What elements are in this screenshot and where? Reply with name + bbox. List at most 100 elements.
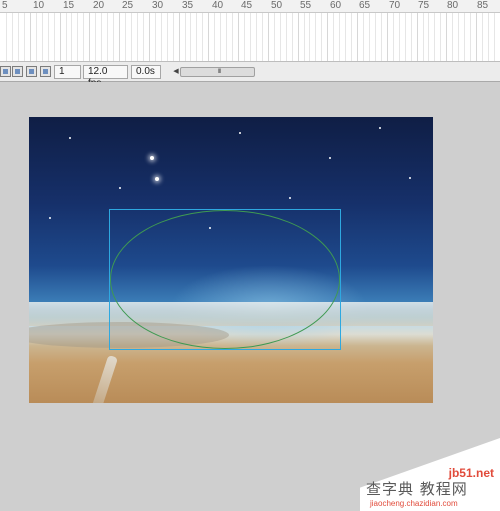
- frame-cell[interactable]: [238, 13, 239, 61]
- frame-cell[interactable]: [262, 13, 263, 61]
- frame-cell[interactable]: [149, 13, 150, 61]
- center-frame-icon[interactable]: [0, 66, 11, 77]
- frame-cell[interactable]: [137, 13, 138, 61]
- current-frame-field[interactable]: 1: [54, 65, 81, 79]
- scrollbar-grip[interactable]: III: [209, 69, 229, 75]
- frame-cell[interactable]: [369, 13, 370, 61]
- frame-cell[interactable]: [167, 13, 168, 61]
- frame-cell[interactable]: [179, 13, 180, 61]
- frame-cell[interactable]: [280, 13, 281, 61]
- frame-cell[interactable]: [363, 13, 364, 61]
- frame-cell[interactable]: [417, 13, 418, 61]
- frame-cell[interactable]: [143, 13, 144, 61]
- frame-cell[interactable]: [155, 13, 156, 61]
- frame-cell[interactable]: [399, 13, 400, 61]
- frame-cell[interactable]: [232, 13, 233, 61]
- frame-cell[interactable]: [357, 13, 358, 61]
- frame-cell[interactable]: [185, 13, 186, 61]
- frame-cell[interactable]: [452, 13, 453, 61]
- frame-cell[interactable]: [113, 13, 114, 61]
- frame-cell[interactable]: [101, 13, 102, 61]
- frame-cell[interactable]: [339, 13, 340, 61]
- frame-cell[interactable]: [381, 13, 382, 61]
- frame-cell[interactable]: [333, 13, 334, 61]
- frame-cell[interactable]: [12, 13, 13, 61]
- frame-cell[interactable]: [440, 13, 441, 61]
- star: [329, 157, 331, 159]
- frame-cell[interactable]: [250, 13, 251, 61]
- frame-cell[interactable]: [327, 13, 328, 61]
- frame-cell[interactable]: [18, 13, 19, 61]
- frame-cell[interactable]: [434, 13, 435, 61]
- frame-cell[interactable]: [286, 13, 287, 61]
- timeline-ruler[interactable]: 5 10 15 20 25 30 35 40 45 50 55 60 65 70…: [0, 0, 500, 13]
- frame-cell[interactable]: [226, 13, 227, 61]
- frame-cell[interactable]: [298, 13, 299, 61]
- frame-cell[interactable]: [54, 13, 55, 61]
- frame-cell[interactable]: [190, 13, 191, 61]
- frame-cell[interactable]: [173, 13, 174, 61]
- frame-cell[interactable]: [89, 13, 90, 61]
- frame-cell[interactable]: [351, 13, 352, 61]
- frame-cell[interactable]: [208, 13, 209, 61]
- frame-cell[interactable]: [309, 13, 310, 61]
- frame-cell[interactable]: [304, 13, 305, 61]
- frame-cell[interactable]: [494, 13, 495, 61]
- frame-cell[interactable]: [428, 13, 429, 61]
- frame-cell[interactable]: [24, 13, 25, 61]
- frame-cell[interactable]: [268, 13, 269, 61]
- frame-cell[interactable]: [119, 13, 120, 61]
- frame-cell[interactable]: [48, 13, 49, 61]
- elapsed-time-field[interactable]: 0.0s: [131, 65, 161, 79]
- frame-cell[interactable]: [446, 13, 447, 61]
- frame-cell[interactable]: [274, 13, 275, 61]
- stage-canvas-night-beach-image[interactable]: [29, 117, 433, 403]
- frame-rate-field[interactable]: 12.0 fps: [83, 65, 128, 79]
- selection-bounding-box[interactable]: [109, 209, 341, 350]
- frame-cell[interactable]: [214, 13, 215, 61]
- frame-cell[interactable]: [292, 13, 293, 61]
- frame-cell[interactable]: [458, 13, 459, 61]
- frame-cell[interactable]: [107, 13, 108, 61]
- frame-cell[interactable]: [6, 13, 7, 61]
- frame-cell[interactable]: [42, 13, 43, 61]
- frame-cell[interactable]: [405, 13, 406, 61]
- frame-cell[interactable]: [161, 13, 162, 61]
- frame-cell[interactable]: [77, 13, 78, 61]
- frame-cell[interactable]: [256, 13, 257, 61]
- frame-cell[interactable]: [321, 13, 322, 61]
- onion-skin-icon[interactable]: [12, 66, 23, 77]
- frame-cell[interactable]: [66, 13, 67, 61]
- frame-cell[interactable]: [476, 13, 477, 61]
- star: [155, 177, 159, 181]
- frame-cell[interactable]: [71, 13, 72, 61]
- frame-cell[interactable]: [30, 13, 31, 61]
- frame-cell[interactable]: [125, 13, 126, 61]
- frame-cell[interactable]: [482, 13, 483, 61]
- frame-cell[interactable]: [131, 13, 132, 61]
- frame-cell[interactable]: [411, 13, 412, 61]
- frame-cell[interactable]: [345, 13, 346, 61]
- timeline-scrollbar[interactable]: III: [180, 67, 255, 77]
- frame-cell[interactable]: [196, 13, 197, 61]
- frame-cell[interactable]: [60, 13, 61, 61]
- frame-cell[interactable]: [36, 13, 37, 61]
- stage-area[interactable]: jb51.net 查字典 教程网 jiaocheng.chazidian.com: [0, 82, 500, 429]
- frame-cell[interactable]: [393, 13, 394, 61]
- frame-cell[interactable]: [387, 13, 388, 61]
- edit-multiple-frames-icon[interactable]: [40, 66, 51, 77]
- frame-cell[interactable]: [470, 13, 471, 61]
- frame-cell[interactable]: [202, 13, 203, 61]
- frame-cell[interactable]: [423, 13, 424, 61]
- frame-cell[interactable]: [95, 13, 96, 61]
- frame-cell[interactable]: [488, 13, 489, 61]
- ruler-number: 75: [418, 0, 429, 11]
- timeline-frames[interactable]: [0, 13, 500, 61]
- frame-cell[interactable]: [244, 13, 245, 61]
- frame-cell[interactable]: [464, 13, 465, 61]
- frame-cell[interactable]: [315, 13, 316, 61]
- frame-cell[interactable]: [220, 13, 221, 61]
- frame-cell[interactable]: [83, 13, 84, 61]
- onion-skin-outlines-icon[interactable]: [26, 66, 37, 77]
- frame-cell[interactable]: [375, 13, 376, 61]
